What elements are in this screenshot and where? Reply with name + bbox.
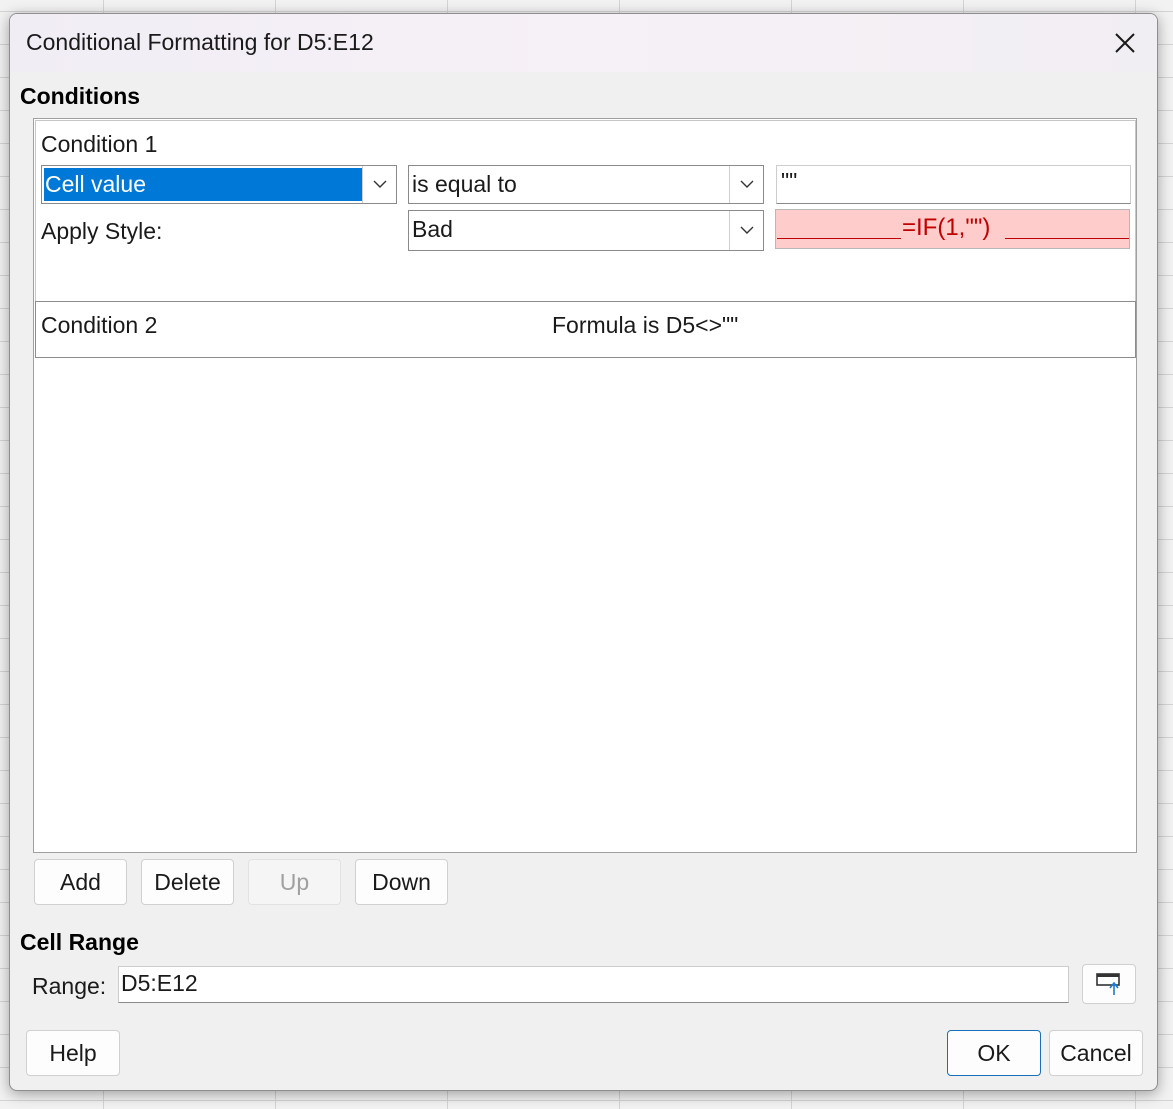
range-input[interactable]: D5:E12 (118, 966, 1069, 1003)
condition-2-entry[interactable]: Condition 2 Formula is D5<>"" (35, 301, 1136, 358)
apply-style-dropdown[interactable]: Bad (408, 210, 764, 251)
up-button[interactable]: Up (248, 859, 341, 905)
dropdown-toggle[interactable] (729, 211, 763, 250)
dialog-title: Conditional Formatting for D5:E12 (26, 29, 374, 55)
close-button[interactable] (1093, 14, 1157, 72)
operator-dropdown[interactable]: is equal to (408, 165, 764, 204)
dropdown-toggle[interactable] (362, 166, 396, 203)
title-bar: Conditional Formatting for D5:E12 (10, 14, 1157, 72)
condition-2-summary: Formula is D5<>"" (552, 312, 739, 338)
condition-type-dropdown[interactable]: Cell value (41, 165, 397, 204)
ok-button[interactable]: OK (947, 1030, 1041, 1076)
preview-rule-right (1005, 238, 1129, 239)
condition-type-value: Cell value (44, 168, 362, 201)
chevron-down-icon (740, 180, 753, 188)
preview-rule-left (777, 238, 901, 239)
add-button[interactable]: Add (34, 859, 127, 905)
style-preview-text: =IF(1,"") (902, 214, 991, 241)
cancel-button[interactable]: Cancel (1049, 1030, 1143, 1076)
shrink-dialog-button[interactable] (1082, 964, 1136, 1004)
conditions-heading: Conditions (20, 83, 141, 109)
range-label: Range: (32, 973, 107, 999)
down-button[interactable]: Down (355, 859, 448, 905)
range-value: D5:E12 (121, 970, 198, 996)
close-icon (1115, 33, 1135, 53)
delete-button[interactable]: Delete (141, 859, 234, 905)
apply-style-value: Bad (412, 216, 453, 242)
dropdown-toggle[interactable] (729, 166, 763, 203)
shrink-dialog-icon (1096, 973, 1120, 995)
condition-value-text: "" (781, 168, 798, 194)
operator-value: is equal to (412, 171, 517, 197)
condition-value-input[interactable]: "" (776, 165, 1131, 204)
conditional-formatting-dialog: Conditional Formatting for D5:E12 Condit… (9, 13, 1158, 1091)
chevron-down-icon (740, 226, 753, 234)
condition-2-header: Condition 2 (41, 312, 158, 338)
style-preview: =IF(1,"") (775, 209, 1130, 249)
help-button[interactable]: Help (26, 1030, 120, 1076)
chevron-down-icon (373, 180, 386, 188)
cell-range-heading: Cell Range (20, 929, 139, 955)
condition-1-header: Condition 1 (41, 131, 158, 157)
apply-style-label: Apply Style: (41, 218, 163, 244)
